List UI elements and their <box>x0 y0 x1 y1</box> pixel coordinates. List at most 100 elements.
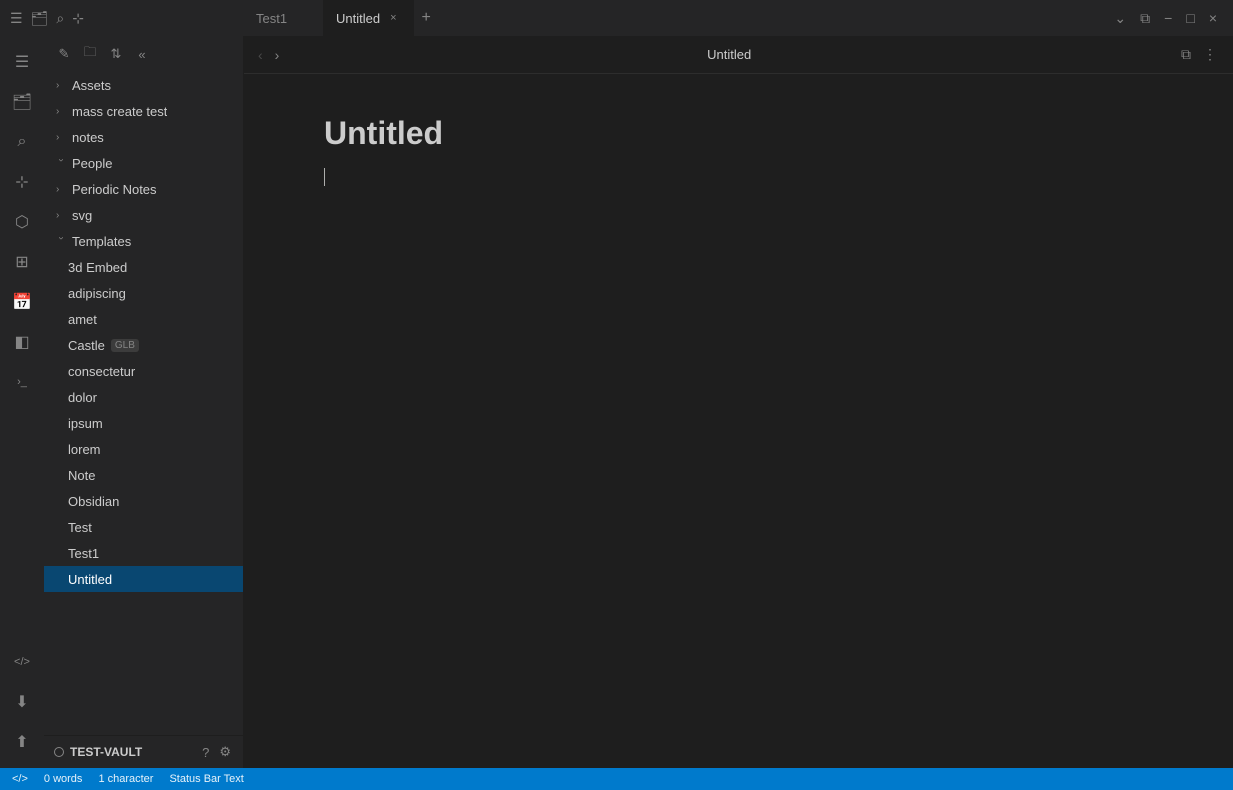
more-options-button[interactable]: ⋮ <box>1199 42 1221 67</box>
tab-test1-label: Test1 <box>256 11 287 26</box>
new-tab-button[interactable]: + <box>414 9 439 27</box>
sidebar-item-label: Note <box>68 468 95 483</box>
sidebar-item-label: Templates <box>72 234 131 249</box>
sidebar: ✎ 🗀 ⇅ « › Assets › mass create test › no… <box>44 36 244 768</box>
tab-untitled-label: Untitled <box>336 11 380 26</box>
sidebar-item-svg[interactable]: › svg <box>44 202 243 228</box>
sidebar-content: › Assets › mass create test › notes › Pe… <box>44 72 243 735</box>
sidebar-item-label: mass create test <box>72 104 167 119</box>
folder-open-icon[interactable]: 🗂 <box>31 10 49 27</box>
sidebar-item-templates[interactable]: › Templates <box>44 228 243 254</box>
activity-upload-icon[interactable]: ⬆ <box>4 724 40 760</box>
sidebar-item-assets[interactable]: › Assets <box>44 72 243 98</box>
sidebar-item-label: dolor <box>68 390 97 405</box>
chevron-down-icon[interactable]: ⌄ <box>1110 6 1130 31</box>
sidebar-item-label: notes <box>72 130 104 145</box>
sidebar-item-label: Periodic Notes <box>72 182 157 197</box>
chevron-right-icon: › <box>56 184 66 195</box>
vault-name: TEST-VAULT <box>70 745 194 759</box>
status-char-count[interactable]: 1 character <box>94 773 157 785</box>
sidebar-item-consectetur[interactable]: consectetur <box>44 358 243 384</box>
note-title: Untitled <box>324 114 1153 152</box>
status-code-icon[interactable]: </> <box>8 773 32 785</box>
new-folder-button[interactable]: 🗀 <box>78 42 102 66</box>
collapse-button[interactable]: « <box>130 42 154 66</box>
sidebar-item-label: lorem <box>68 442 101 457</box>
sidebar-footer: TEST-VAULT ? ⚙ <box>44 735 243 768</box>
text-cursor <box>324 168 325 186</box>
activity-extensions-icon[interactable]: ⊞ <box>4 244 40 280</box>
chevron-right-icon: › <box>56 80 66 91</box>
activity-files-icon[interactable]: 🗂 <box>4 84 40 120</box>
sidebar-item-label: People <box>72 156 112 171</box>
sidebar-item-label: ipsum <box>68 416 103 431</box>
status-left: </> 0 words 1 character Status Bar Text <box>8 773 248 785</box>
sidebar-item-people[interactable]: › People <box>44 150 243 176</box>
sidebar-toggle-icon[interactable]: ☰ <box>10 10 23 27</box>
maximize-button[interactable]: □ <box>1182 6 1198 30</box>
help-button[interactable]: ? <box>200 743 211 762</box>
tab-test1[interactable]: Test1 <box>244 0 324 36</box>
tab-untitled[interactable]: Untitled × <box>324 0 414 36</box>
sidebar-item-periodic-notes[interactable]: › Periodic Notes <box>44 176 243 202</box>
tab-bar: Test1 Untitled × + <box>244 0 1110 36</box>
activity-terminal-icon[interactable]: ›_ <box>4 364 40 400</box>
chevron-right-icon: › <box>56 210 66 221</box>
sidebar-item-3d-embed[interactable]: 3d Embed <box>44 254 243 280</box>
split-editor-button[interactable]: ⧉ <box>1177 42 1195 67</box>
title-bar: ☰ 🗂 ⌕ ⊹ Test1 Untitled × + ⌄ ⧉ − □ × <box>0 0 1233 36</box>
activity-document-icon[interactable]: ◧ <box>4 324 40 360</box>
sidebar-item-amet[interactable]: amet <box>44 306 243 332</box>
sidebar-item-label: consectetur <box>68 364 135 379</box>
activity-download-icon[interactable]: ⬇ <box>4 684 40 720</box>
activity-code-icon[interactable]: </> <box>4 644 40 680</box>
sidebar-item-test1[interactable]: Test1 <box>44 540 243 566</box>
activity-graph-icon[interactable]: ⬡ <box>4 204 40 240</box>
sidebar-item-ipsum[interactable]: ipsum <box>44 410 243 436</box>
forward-button[interactable]: › <box>273 45 282 65</box>
tab-untitled-close[interactable]: × <box>386 10 400 26</box>
sidebar-item-adipiscing[interactable]: adipiscing <box>44 280 243 306</box>
title-bar-left: ☰ 🗂 ⌕ ⊹ <box>0 10 244 27</box>
search-bar-icon[interactable]: ⌕ <box>56 10 64 27</box>
sort-button[interactable]: ⇅ <box>104 42 128 66</box>
activity-bar: ☰ 🗂 ⌕ ⊹ ⬡ ⊞ 📅 ◧ ›_ </> ⬇ ⬆ <box>0 36 44 768</box>
new-note-button[interactable]: ✎ <box>52 42 76 66</box>
sidebar-item-untitled[interactable]: Untitled <box>44 566 243 592</box>
status-word-count[interactable]: 0 words <box>40 773 87 785</box>
sidebar-item-notes[interactable]: › notes <box>44 124 243 150</box>
activity-search-icon[interactable]: ⌕ <box>4 124 40 160</box>
minimize-button[interactable]: − <box>1160 6 1176 30</box>
sidebar-item-lorem[interactable]: lorem <box>44 436 243 462</box>
sidebar-item-label: 3d Embed <box>68 260 127 275</box>
chevron-right-icon: › <box>56 132 66 143</box>
sidebar-item-dolor[interactable]: dolor <box>44 384 243 410</box>
back-button[interactable]: ‹ <box>256 45 265 65</box>
activity-sidebar-icon[interactable]: ☰ <box>4 44 40 80</box>
split-view-icon[interactable]: ⧉ <box>1136 6 1154 31</box>
sidebar-item-castle[interactable]: Castle GLB <box>44 332 243 358</box>
sidebar-item-label: Test1 <box>68 546 99 561</box>
castle-badge: GLB <box>111 339 139 352</box>
bookmark-bar-icon[interactable]: ⊹ <box>72 10 84 27</box>
sidebar-item-label: svg <box>72 208 92 223</box>
sidebar-item-note[interactable]: Note <box>44 462 243 488</box>
main-layout: ☰ 🗂 ⌕ ⊹ ⬡ ⊞ 📅 ◧ ›_ </> ⬇ ⬆ ✎ 🗀 ⇅ « › Ass… <box>0 36 1233 768</box>
editor-content[interactable]: Untitled <box>244 74 1233 768</box>
chevron-down-icon: › <box>56 236 67 246</box>
settings-button[interactable]: ⚙ <box>217 742 233 762</box>
sidebar-item-label: Obsidian <box>68 494 119 509</box>
vault-icon <box>54 747 64 757</box>
close-button[interactable]: × <box>1205 6 1221 30</box>
activity-bookmarks-icon[interactable]: ⊹ <box>4 164 40 200</box>
sidebar-item-label: Assets <box>72 78 111 93</box>
sidebar-toolbar: ✎ 🗀 ⇅ « <box>44 36 243 72</box>
activity-calendar-icon[interactable]: 📅 <box>4 284 40 320</box>
status-bar-text[interactable]: Status Bar Text <box>165 773 247 785</box>
editor-toolbar: ‹ › Untitled ⧉ ⋮ <box>244 36 1233 74</box>
sidebar-item-test[interactable]: Test <box>44 514 243 540</box>
sidebar-item-mass-create-test[interactable]: › mass create test <box>44 98 243 124</box>
chevron-down-icon: › <box>56 158 67 168</box>
sidebar-item-obsidian[interactable]: Obsidian <box>44 488 243 514</box>
sidebar-item-label: amet <box>68 312 97 327</box>
